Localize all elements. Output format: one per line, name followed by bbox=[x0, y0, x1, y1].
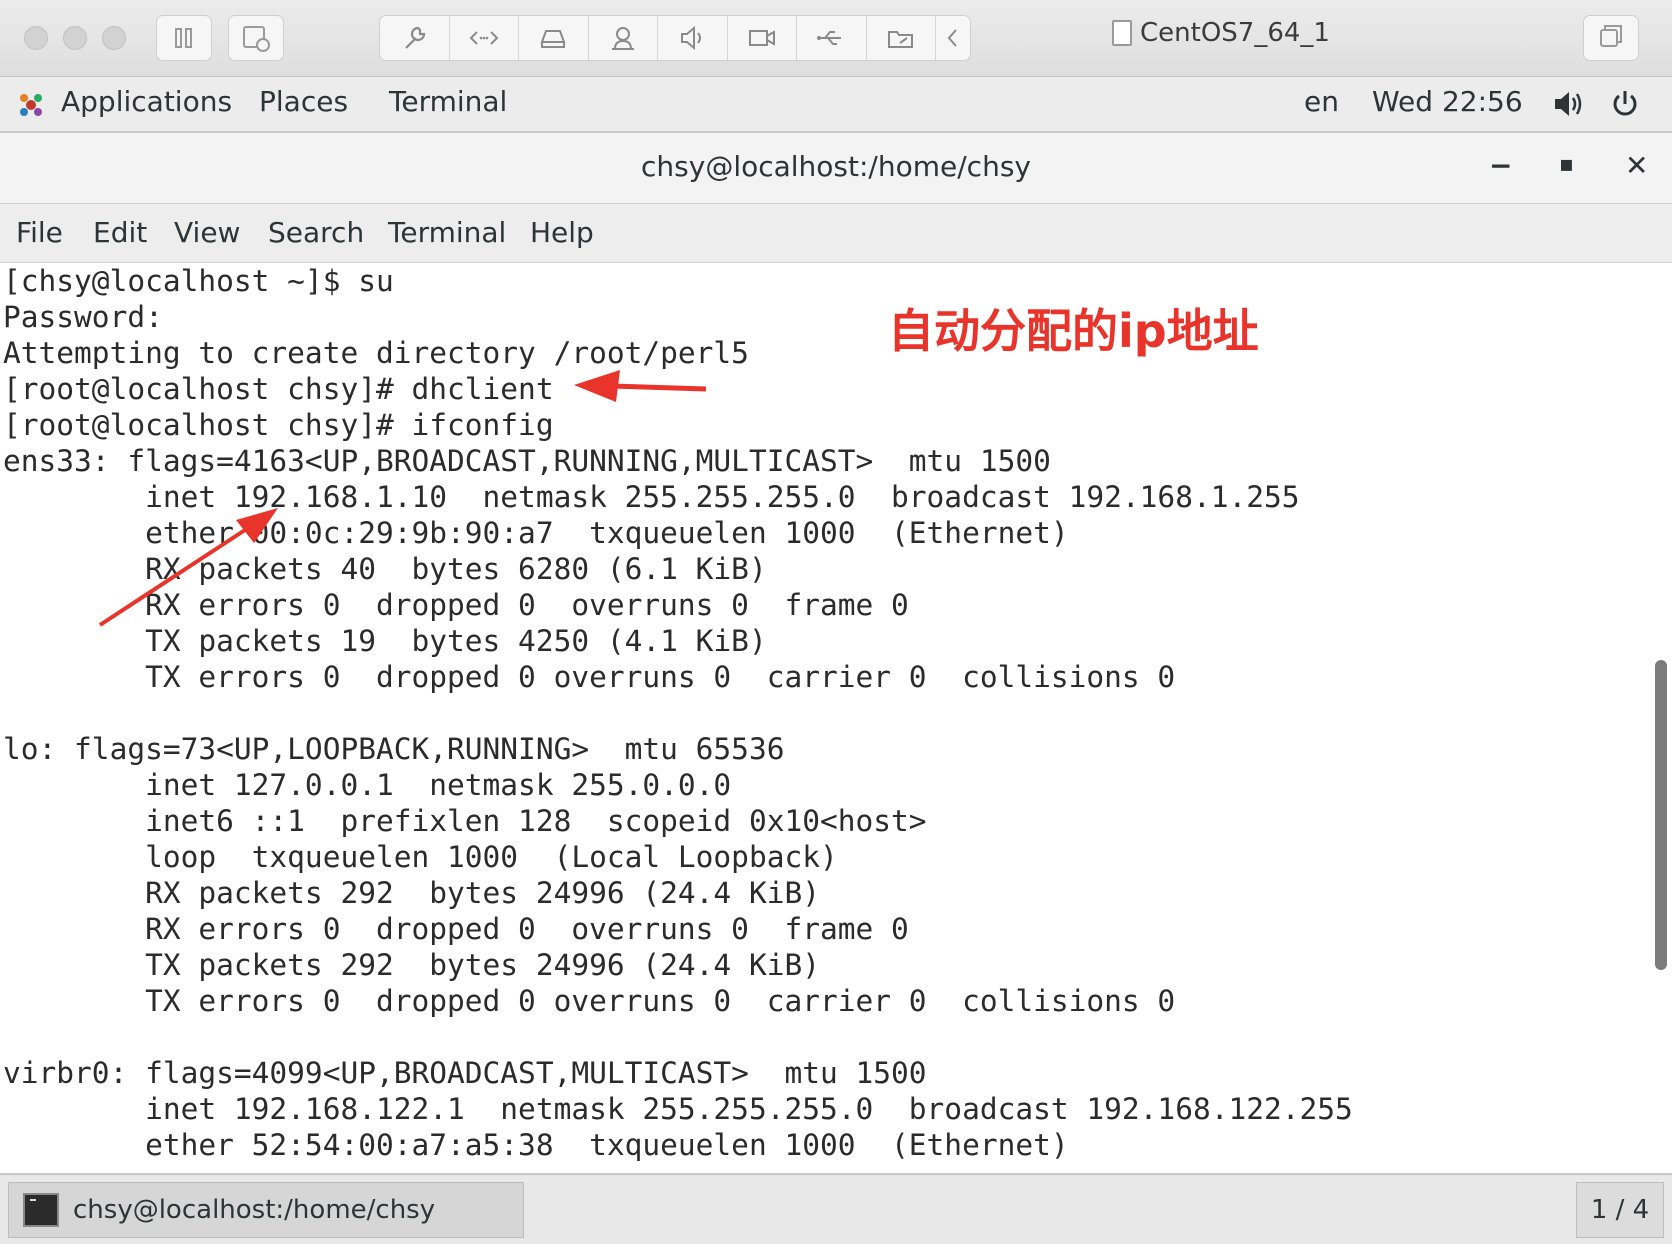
terminal-line: ether 52:54:00:a7:a5:38 txqueuelen 1000 … bbox=[3, 1128, 1069, 1162]
keyboard-layout[interactable]: en bbox=[1304, 85, 1339, 118]
user-icon bbox=[611, 27, 634, 50]
terminal-line: [root@localhost chsy]# dhclient bbox=[3, 372, 554, 406]
snapshot-icon bbox=[243, 26, 270, 52]
taskbar-item-label: chsy@localhost:/home/chsy bbox=[73, 1195, 436, 1225]
vm-device-toolbar bbox=[379, 15, 971, 61]
wrench-icon bbox=[405, 26, 426, 49]
pause-button[interactable] bbox=[156, 15, 212, 61]
disk-icon bbox=[540, 30, 566, 48]
taskbar-terminal-item[interactable]: chsy@localhost:/home/chsy bbox=[8, 1182, 524, 1238]
chevron-left-icon bbox=[947, 29, 957, 47]
collapse-button[interactable] bbox=[936, 16, 970, 60]
terminal-line: RX packets 40 bytes 6280 (6.1 KiB) bbox=[3, 552, 767, 586]
sound-button[interactable] bbox=[658, 16, 728, 60]
terminal-line: TX packets 292 bytes 24996 (24.4 KiB) bbox=[3, 948, 820, 982]
close-window-button[interactable] bbox=[24, 26, 48, 50]
zoom-window-button[interactable] bbox=[102, 26, 126, 50]
document-icon bbox=[1112, 20, 1132, 46]
minimize-button[interactable]: − bbox=[1489, 149, 1512, 182]
terminal-line: RX packets 292 bytes 24996 (24.4 KiB) bbox=[3, 876, 820, 910]
window-titlebar[interactable]: chsy@localhost:/home/chsy − ▪ ✕ bbox=[0, 133, 1672, 204]
menu-file[interactable]: File bbox=[16, 216, 63, 249]
clock[interactable]: Wed 22:56 bbox=[1372, 85, 1523, 118]
user-button[interactable] bbox=[589, 16, 658, 60]
menu-bar: File Edit View Search Terminal Help bbox=[0, 204, 1672, 263]
terminal-line: inet 192.168.122.1 netmask 255.255.255.0… bbox=[3, 1092, 1353, 1126]
terminal-icon bbox=[23, 1193, 59, 1227]
gnome-foot-icon bbox=[20, 94, 42, 116]
usb-icon bbox=[817, 31, 842, 45]
terminal-output[interactable]: [chsy@localhost ~]$ su Password: Attempt… bbox=[0, 263, 1650, 1173]
gnome-top-bar: Applications Places Terminal en Wed 22:5… bbox=[0, 77, 1672, 133]
menu-view[interactable]: View bbox=[174, 216, 240, 249]
menu-search[interactable]: Search bbox=[268, 216, 364, 249]
terminal-line: Attempting to create directory /root/per… bbox=[3, 336, 749, 370]
terminal-line: ens33: flags=4163<UP,BROADCAST,RUNNING,M… bbox=[3, 444, 1051, 478]
workspace-pager[interactable]: 1 / 4 bbox=[1576, 1182, 1664, 1238]
code-icon bbox=[469, 31, 499, 45]
applications-menu[interactable]: Applications bbox=[61, 85, 232, 118]
vm-toolbar: CentOS7_64_1 bbox=[0, 0, 1672, 77]
menu-edit[interactable]: Edit bbox=[93, 216, 147, 249]
terminal-line: loop txqueuelen 1000 (Local Loopback) bbox=[3, 840, 838, 874]
terminal-line: TX errors 0 dropped 0 overruns 0 carrier… bbox=[3, 984, 1176, 1018]
settings-button[interactable] bbox=[380, 16, 450, 60]
terminal-line: [chsy@localhost ~]$ su bbox=[3, 264, 394, 298]
menu-terminal[interactable]: Terminal bbox=[388, 216, 506, 249]
vm-title: CentOS7_64_1 bbox=[1112, 18, 1330, 48]
terminal-line: lo: flags=73<UP,LOOPBACK,RUNNING> mtu 65… bbox=[3, 732, 785, 766]
usb-button[interactable] bbox=[797, 16, 867, 60]
bottom-taskbar: chsy@localhost:/home/chsy 1 / 4 bbox=[0, 1173, 1672, 1244]
maximize-button[interactable]: ▪ bbox=[1559, 152, 1574, 177]
snapshot-button[interactable] bbox=[228, 15, 284, 61]
terminal-line: Password: bbox=[3, 300, 163, 334]
shared-folder-button[interactable] bbox=[867, 16, 936, 60]
menu-help[interactable]: Help bbox=[530, 216, 594, 249]
places-menu[interactable]: Places bbox=[259, 85, 348, 118]
minimize-window-button[interactable] bbox=[63, 26, 87, 50]
terminal-app-menu[interactable]: Terminal bbox=[389, 85, 507, 118]
terminal-line: inet6 ::1 prefixlen 128 scopeid 0x10<hos… bbox=[3, 804, 927, 838]
folder-icon bbox=[887, 31, 913, 48]
speaker-icon bbox=[681, 25, 702, 51]
pause-icon bbox=[175, 28, 192, 48]
window-title: chsy@localhost:/home/chsy bbox=[641, 150, 1031, 183]
terminal-line: virbr0: flags=4099<UP,BROADCAST,MULTICAS… bbox=[3, 1056, 927, 1090]
power-icon[interactable] bbox=[1609, 88, 1641, 120]
terminal-line: RX errors 0 dropped 0 overruns 0 frame 0 bbox=[3, 588, 909, 622]
code-button[interactable] bbox=[450, 16, 519, 60]
camera-button[interactable] bbox=[728, 16, 797, 60]
terminal-line: TX errors 0 dropped 0 overruns 0 carrier… bbox=[3, 660, 1176, 694]
terminal-line: TX packets 19 bytes 4250 (4.1 KiB) bbox=[3, 624, 767, 658]
terminal-line: inet 127.0.0.1 netmask 255.0.0.0 bbox=[3, 768, 732, 802]
scrollbar-thumb[interactable] bbox=[1655, 660, 1667, 970]
camera-icon bbox=[748, 30, 775, 46]
annotation-label: 自动分配的ip地址 bbox=[888, 304, 1259, 358]
disk-button[interactable] bbox=[519, 16, 589, 60]
terminal-line: [root@localhost chsy]# ifconfig bbox=[3, 408, 554, 442]
close-button[interactable]: ✕ bbox=[1625, 149, 1648, 182]
terminal-line: ether 00:0c:29:9b:90:a7 txqueuelen 1000 … bbox=[3, 516, 1069, 550]
fullscreen-button[interactable] bbox=[1583, 15, 1639, 61]
fullscreen-icon bbox=[1600, 25, 1622, 47]
volume-icon[interactable] bbox=[1552, 88, 1588, 120]
terminal-line: inet 192.168.1.10 netmask 255.255.255.0 … bbox=[3, 480, 1300, 514]
terminal-line: RX errors 0 dropped 0 overruns 0 frame 0 bbox=[3, 912, 909, 946]
vm-title-text: CentOS7_64_1 bbox=[1140, 18, 1330, 48]
